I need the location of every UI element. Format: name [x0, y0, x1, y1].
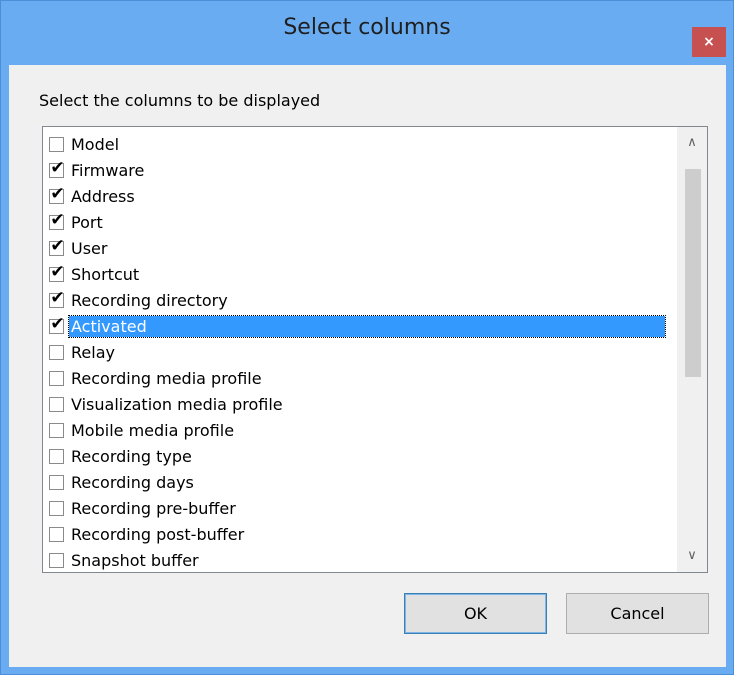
list-item[interactable]: ✔ Firmware	[49, 157, 675, 183]
close-button[interactable]: ×	[692, 27, 726, 57]
list-item[interactable]: Snapshot buffer	[49, 547, 675, 572]
list-item-label[interactable]: Visualization media profile	[69, 394, 285, 415]
vertical-scrollbar[interactable]: ∧ ∨	[677, 127, 707, 572]
checkbox[interactable]	[49, 474, 64, 490]
checkmark-icon: ✔	[50, 287, 65, 308]
checkbox[interactable]	[49, 500, 64, 516]
checkbox[interactable]	[49, 370, 64, 386]
checkmark-icon: ✔	[50, 209, 65, 230]
list-item-label[interactable]: Port	[69, 212, 105, 233]
scrollbar-thumb[interactable]	[685, 169, 701, 377]
list-item[interactable]: ✔ Recording directory	[49, 287, 675, 313]
scroll-up-icon[interactable]: ∧	[677, 131, 707, 155]
checkbox[interactable]	[49, 526, 64, 542]
list-item[interactable]: Recording days	[49, 469, 675, 495]
list-item-label[interactable]: Snapshot buffer	[69, 550, 201, 571]
list-item-label[interactable]: Mobile media profile	[69, 420, 236, 441]
list-item[interactable]: Recording post-buffer	[49, 521, 675, 547]
checkbox[interactable]	[49, 136, 64, 152]
checkbox[interactable]	[49, 422, 64, 438]
list-item[interactable]: Recording type	[49, 443, 675, 469]
list-item-label[interactable]: Relay	[69, 342, 117, 363]
list-item-label[interactable]: Recording post-buffer	[69, 524, 246, 545]
checkmark-icon: ✔	[50, 157, 65, 178]
list-item-label[interactable]: Address	[69, 186, 137, 207]
list-item[interactable]: Recording pre-buffer	[49, 495, 675, 521]
list-item[interactable]: Visualization media profile	[49, 391, 675, 417]
window-title: Select columns	[283, 15, 451, 40]
list-item-label[interactable]: Recording media profile	[69, 368, 264, 389]
list-item-label[interactable]: Shortcut	[69, 264, 141, 285]
list-item[interactable]: ✔ Shortcut	[49, 261, 675, 287]
checkbox[interactable]: ✔	[49, 158, 65, 178]
ok-button[interactable]: OK	[404, 593, 547, 634]
list-item[interactable]: Relay	[49, 339, 675, 365]
checkbox[interactable]: ✔	[49, 314, 65, 334]
title-bar[interactable]: Select columns ×	[1, 1, 733, 65]
list-item[interactable]: ✔ User	[49, 235, 675, 261]
checkbox[interactable]	[49, 344, 64, 360]
list-item[interactable]: ✔ Port	[49, 209, 675, 235]
checkmark-icon: ✔	[50, 183, 65, 204]
list-item-label[interactable]: Firmware	[69, 160, 146, 181]
columns-listbox[interactable]: Model ✔ Firmware ✔ Address ✔ Port ✔ User ✔ Shortcu…	[42, 126, 708, 573]
checkbox[interactable]: ✔	[49, 210, 65, 230]
list-item-label[interactable]: Recording days	[69, 472, 196, 493]
checkbox[interactable]	[49, 448, 64, 464]
list-item-label[interactable]: Model	[69, 134, 121, 155]
checkbox[interactable]: ✔	[49, 184, 65, 204]
checkmark-icon: ✔	[50, 235, 65, 256]
cancel-button[interactable]: Cancel	[566, 593, 709, 634]
columns-list: Model ✔ Firmware ✔ Address ✔ Port ✔ User ✔ Shortcu…	[49, 131, 675, 572]
list-item[interactable]: Mobile media profile	[49, 417, 675, 443]
list-item[interactable]: ✔ Activated	[49, 313, 675, 339]
checkmark-icon: ✔	[50, 313, 65, 334]
checkbox[interactable]: ✔	[49, 236, 65, 256]
dialog-body: Select the columns to be displayed Model…	[9, 65, 726, 667]
list-item[interactable]: ✔ Address	[49, 183, 675, 209]
list-item-label[interactable]: User	[69, 238, 109, 259]
prompt-label: Select the columns to be displayed	[39, 91, 321, 110]
checkbox[interactable]	[49, 396, 64, 412]
scroll-down-icon[interactable]: ∨	[677, 544, 707, 568]
checkmark-icon: ✔	[50, 261, 65, 282]
checkbox[interactable]	[49, 552, 64, 568]
list-item[interactable]: Model	[49, 131, 675, 157]
list-item-label[interactable]: Recording type	[69, 446, 194, 467]
checkbox[interactable]: ✔	[49, 262, 65, 282]
list-item-label[interactable]: Activated	[68, 314, 666, 338]
list-item-label[interactable]: Recording directory	[69, 290, 230, 311]
close-icon: ×	[703, 34, 715, 50]
checkbox[interactable]: ✔	[49, 288, 65, 308]
list-item[interactable]: Recording media profile	[49, 365, 675, 391]
dialog-window: Select columns × Select the columns to b…	[0, 0, 734, 675]
list-item-label[interactable]: Recording pre-buffer	[69, 498, 238, 519]
